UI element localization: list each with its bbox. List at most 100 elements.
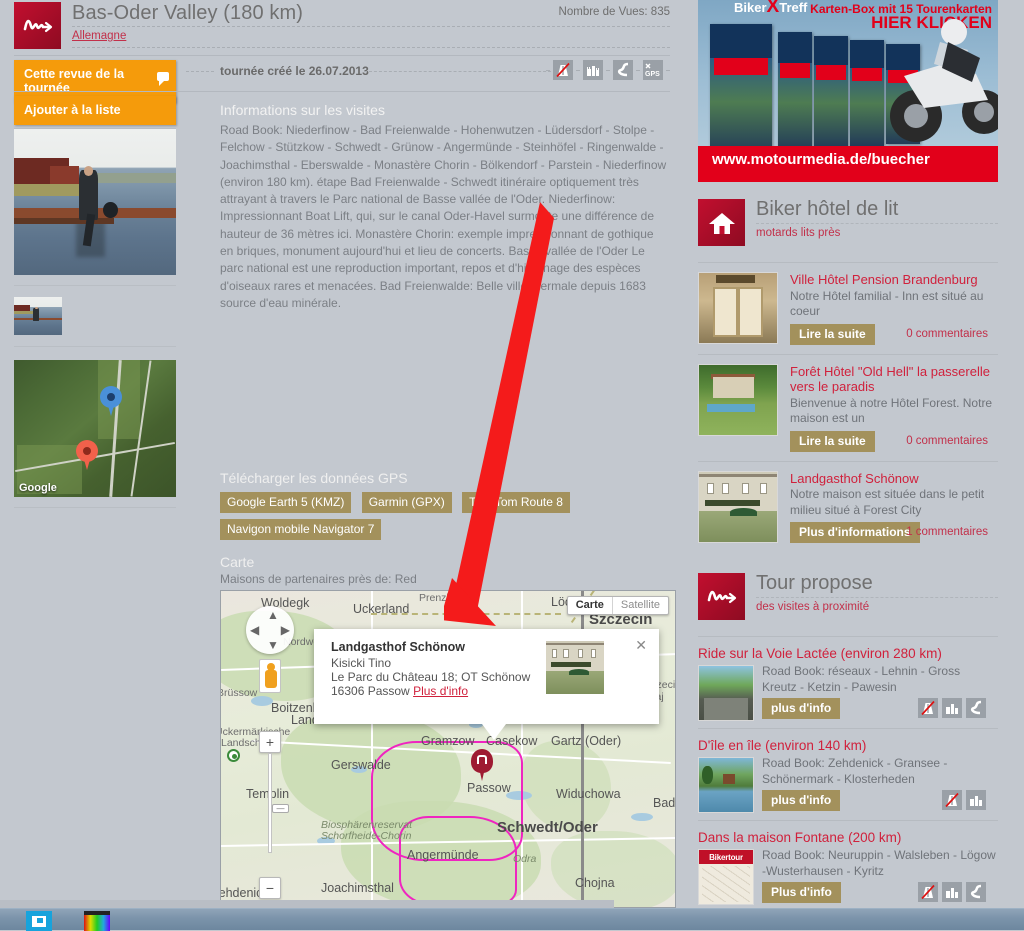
gps-tomtom-button[interactable]: Tom Tom Route 8 xyxy=(462,492,570,513)
curvy-road-icon[interactable] xyxy=(966,882,986,902)
comment-count[interactable]: 0 commentaires xyxy=(906,435,988,447)
sights-castle-icon[interactable] xyxy=(966,790,986,810)
map-heading: Carte xyxy=(220,554,255,570)
tour-attribute-icons xyxy=(918,698,986,718)
map-type-carte[interactable]: Carte xyxy=(568,597,612,614)
comment-count[interactable]: 0 commentaires xyxy=(906,328,988,340)
tour-content: Road Book: réseaux - Lehnin - Gross Kreu… xyxy=(762,663,998,720)
sights-castle-icon[interactable] xyxy=(942,882,962,902)
sights-castle-icon[interactable] xyxy=(583,60,603,80)
tour-attribute-icons xyxy=(918,882,986,902)
tour-photo-large[interactable] xyxy=(14,129,176,275)
map-place-label: Brüssow xyxy=(220,687,258,699)
tour-attribute-icons xyxy=(942,790,986,810)
window-app-icon[interactable] xyxy=(26,911,52,931)
hotel-thumb[interactable] xyxy=(698,470,778,543)
map-marker-red[interactable] xyxy=(76,440,98,470)
hotel-thumb[interactable] xyxy=(698,363,778,436)
gps-navigon-button[interactable]: Navigon mobile Navigator 7 xyxy=(220,519,382,540)
sights-castle-icon[interactable] xyxy=(942,698,962,718)
read-more-button[interactable]: Lire la suite xyxy=(790,430,875,452)
curvy-road-icon[interactable] xyxy=(613,60,633,80)
map-place-label: Prenzlau xyxy=(419,592,461,604)
country-link[interactable]: Allemagne xyxy=(72,30,126,42)
list-item: Forêt Hôtel "Old Hell" la passerelle ver… xyxy=(698,363,998,453)
more-info-button[interactable]: Plus d'informations xyxy=(790,522,920,543)
landgasthof-photo xyxy=(699,471,777,542)
info-window-postal: 16306 Passow Plus d'info xyxy=(331,684,468,698)
satellite-mini-map[interactable]: Google xyxy=(14,360,176,497)
zoom-slider-track[interactable]: — xyxy=(268,753,289,853)
hotels-section-subtitle[interactable]: motards lits près xyxy=(756,227,840,239)
street-view-pegman[interactable] xyxy=(259,659,281,693)
bikertour-map: Bikertour xyxy=(699,850,753,904)
read-more-button[interactable]: Lire la suite xyxy=(790,323,875,345)
hotel-title[interactable]: Forêt Hôtel "Old Hell" la passerelle ver… xyxy=(790,364,998,395)
zoom-in-button[interactable]: + xyxy=(259,731,281,753)
divider xyxy=(756,223,998,224)
more-info-link[interactable]: Plus d'info xyxy=(413,684,468,698)
dot-separator xyxy=(606,69,610,71)
tour-title[interactable]: Dans la maison Fontane (200 km) xyxy=(698,830,998,845)
map-marker-passow[interactable] xyxy=(471,749,493,781)
comment-count[interactable]: 1 commentaires xyxy=(906,526,988,538)
map-place-label: Schwedt/Oder xyxy=(497,819,598,836)
map-pan-control[interactable]: ▲ ▼ ◀ ▶ xyxy=(246,606,294,654)
gps-track-icon[interactable]: GPS xyxy=(643,60,663,80)
wave-route-logo-icon xyxy=(14,2,61,49)
no-motorway-icon[interactable] xyxy=(918,698,938,718)
gps-download-section: Télécharger les données GPS Google Earth… xyxy=(220,470,670,586)
no-motorway-icon[interactable] xyxy=(918,882,938,902)
close-icon[interactable]: ✕ xyxy=(635,637,647,654)
taskbar[interactable] xyxy=(0,908,1024,931)
tour-title[interactable]: D'île en île (environ 140 km) xyxy=(698,738,998,753)
bikertour-badge: Bikertour xyxy=(699,850,753,865)
lake-photo xyxy=(699,758,753,812)
map-marker-blue[interactable] xyxy=(100,386,122,416)
hotel-desc: Notre maison est située dans le petit mi… xyxy=(790,487,985,517)
hotel-footer: Lire la suite 0 commentaires xyxy=(790,323,998,346)
hotel-footer: Plus d'informations 1 commentaires xyxy=(790,522,998,544)
postal-text: 16306 Passow xyxy=(331,684,410,698)
page-title: Bas-Oder Valley (180 km) xyxy=(72,2,303,24)
hotel-thumb[interactable] xyxy=(698,272,778,344)
hotel-title[interactable]: Landgasthof Schönow xyxy=(790,471,998,487)
tour-photo-thumb[interactable] xyxy=(14,297,62,335)
hotel-entrance-photo xyxy=(699,273,777,343)
ad-brand: BikerXTreff xyxy=(734,0,807,18)
zoom-out-button[interactable]: − xyxy=(259,877,281,899)
right-sidebar: BikerXTreff Karten-Box mit 15 Tourenkart… xyxy=(698,0,1010,905)
map-type-switch[interactable]: Carte Satellite xyxy=(566,596,669,615)
map-place-label: Gerswalde xyxy=(331,758,391,772)
compass-icon xyxy=(227,749,240,762)
hotel-desc: Bienvenue à notre Hôtel Forest. Notre ma… xyxy=(790,395,993,426)
ad-url[interactable]: www.motourmedia.de/buecher xyxy=(698,146,998,172)
plus-info-button[interactable]: plus d'info xyxy=(762,790,841,811)
tour-thumb[interactable]: Bikertour xyxy=(698,849,754,905)
hotel-title[interactable]: Ville Hôtel Pension Brandenburg xyxy=(790,272,998,288)
advertisement-banner[interactable]: BikerXTreff Karten-Box mit 15 Tourenkart… xyxy=(698,0,998,182)
map-zoom-control[interactable]: + — − xyxy=(259,731,289,899)
tour-title[interactable]: Ride sur la Voie Lactée (environ 280 km) xyxy=(698,646,998,661)
curvy-road-icon[interactable] xyxy=(966,698,986,718)
plus-info-button[interactable]: plus d'info xyxy=(762,698,841,719)
tour-thumb[interactable] xyxy=(698,757,754,813)
gps-gpx-button[interactable]: Garmin (GPX) xyxy=(361,492,452,513)
tour-footer: Plus d'info xyxy=(762,882,998,904)
tour-thumb[interactable] xyxy=(698,665,754,721)
color-palette-icon[interactable] xyxy=(84,911,110,931)
forest-hotel-photo xyxy=(699,364,777,435)
dot-separator xyxy=(666,69,670,71)
gps-kmz-button[interactable]: Google Earth 5 (KMZ) xyxy=(220,492,352,513)
ad-book-4 xyxy=(850,40,884,146)
divider xyxy=(14,91,670,92)
tours-section-subtitle[interactable]: des visites à proximité xyxy=(756,601,869,613)
no-motorway-icon[interactable] xyxy=(553,60,573,80)
hotel-content: Forêt Hôtel "Old Hell" la passerelle ver… xyxy=(790,364,998,453)
map-type-satellite[interactable]: Satellite xyxy=(611,597,668,614)
zoom-slider-thumb[interactable]: — xyxy=(272,804,289,813)
interactive-map[interactable]: WoldegkUckerlandLöcknitzSzczecinNordwest… xyxy=(220,590,676,908)
plus-info-button[interactable]: Plus d'info xyxy=(762,882,841,903)
no-motorway-icon[interactable] xyxy=(942,790,962,810)
created-date: tournée créé le 26.07.2013 xyxy=(220,64,369,78)
